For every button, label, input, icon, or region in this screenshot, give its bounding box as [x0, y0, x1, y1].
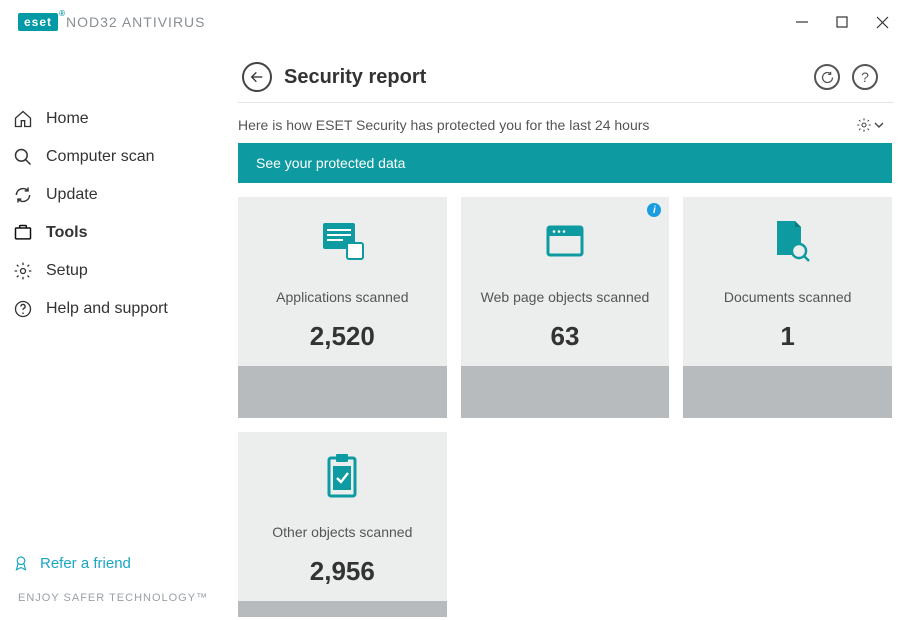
close-icon	[876, 16, 889, 29]
card-other-objects-scanned[interactable]: Other objects scanned 2,956	[238, 432, 447, 617]
applications-icon	[317, 219, 367, 263]
card-label: Documents scanned	[724, 279, 852, 315]
sidebar-item-help[interactable]: Help and support	[0, 290, 238, 328]
main: Security report ? Here is how ESET Secur…	[238, 44, 900, 620]
gear-icon	[12, 260, 34, 282]
minimize-icon	[795, 15, 809, 29]
body: Home Computer scan Update	[0, 44, 900, 620]
sidebar-item-label: Help and support	[46, 300, 168, 318]
clipboard-check-icon	[317, 454, 367, 498]
sidebar-item-tools[interactable]: Tools	[0, 214, 238, 252]
maximize-icon	[836, 16, 848, 28]
update-icon	[12, 184, 34, 206]
main-header: Security report ?	[238, 44, 894, 103]
brand-badge-text: eset	[24, 15, 52, 29]
sidebar-item-setup[interactable]: Setup	[0, 252, 238, 290]
app-window: eset ® NOD32 ANTIVIRUS	[0, 0, 900, 620]
window-controls	[792, 12, 892, 32]
sidebar-item-label: Computer scan	[46, 148, 155, 166]
content-scroll[interactable]: See your protected data Applications sca…	[238, 143, 894, 620]
card-body: Other objects scanned 2,956	[238, 432, 447, 601]
stat-cards-row-1: Applications scanned 2,520 i Web page ob…	[238, 183, 892, 418]
tagline: ENJOY SAFER TECHNOLOGY™	[0, 592, 238, 620]
sidebar-item-home[interactable]: Home	[0, 100, 238, 138]
card-value: 63	[551, 321, 580, 352]
help-icon	[12, 298, 34, 320]
card-body: Web page objects scanned 63	[461, 197, 670, 366]
refer-friend-label: Refer a friend	[40, 555, 131, 572]
sidebar-item-label: Tools	[46, 224, 87, 242]
refer-section: Refer a friend	[0, 548, 238, 592]
minimize-button[interactable]	[792, 12, 812, 32]
brand-badge: eset ®	[18, 13, 58, 31]
home-icon	[12, 108, 34, 130]
card-label: Applications scanned	[276, 279, 408, 315]
card-footer	[683, 366, 892, 418]
subheader-text: Here is how ESET Security has protected …	[238, 117, 649, 133]
sidebar-item-computer-scan[interactable]: Computer scan	[0, 138, 238, 176]
back-button[interactable]	[242, 62, 272, 92]
question-icon: ?	[861, 69, 869, 85]
brand: eset ® NOD32 ANTIVIRUS	[18, 13, 206, 31]
sidebar-item-label: Setup	[46, 262, 88, 280]
maximize-button[interactable]	[832, 12, 852, 32]
card-value: 2,956	[310, 556, 375, 587]
protected-data-banner[interactable]: See your protected data	[238, 143, 892, 183]
help-button[interactable]: ?	[852, 64, 878, 90]
refer-friend-link[interactable]: Refer a friend	[12, 548, 226, 578]
card-applications-scanned[interactable]: Applications scanned 2,520	[238, 197, 447, 418]
browser-icon	[540, 219, 590, 263]
registered-mark: ®	[59, 9, 66, 18]
header-actions: ?	[814, 64, 878, 90]
search-icon	[12, 146, 34, 168]
stat-cards-row-2: Other objects scanned 2,956	[238, 418, 892, 617]
product-name: NOD32 ANTIVIRUS	[66, 14, 205, 30]
award-icon	[12, 554, 30, 572]
card-value: 1	[780, 321, 794, 352]
refresh-icon	[820, 70, 835, 85]
card-label: Web page objects scanned	[481, 279, 650, 315]
sidebar-item-label: Home	[46, 110, 89, 128]
card-footer	[238, 366, 447, 418]
card-footer	[461, 366, 670, 418]
document-search-icon	[763, 219, 813, 263]
refresh-button[interactable]	[814, 64, 840, 90]
sidebar: Home Computer scan Update	[0, 44, 238, 620]
sidebar-item-update[interactable]: Update	[0, 176, 238, 214]
card-web-objects-scanned[interactable]: i Web page objects scanned 63	[461, 197, 670, 418]
chevron-down-icon	[874, 120, 884, 130]
arrow-left-icon	[249, 69, 265, 85]
nav: Home Computer scan Update	[0, 100, 238, 328]
banner-text: See your protected data	[256, 155, 405, 171]
sidebar-item-label: Update	[46, 186, 98, 204]
card-documents-scanned[interactable]: Documents scanned 1	[683, 197, 892, 418]
subheader: Here is how ESET Security has protected …	[238, 103, 894, 143]
card-value: 2,520	[310, 321, 375, 352]
close-button[interactable]	[872, 12, 892, 32]
page-title: Security report	[284, 66, 426, 89]
card-body: Applications scanned 2,520	[238, 197, 447, 366]
gear-icon	[856, 117, 872, 133]
card-footer	[238, 601, 447, 617]
titlebar: eset ® NOD32 ANTIVIRUS	[0, 0, 900, 44]
card-label: Other objects scanned	[272, 514, 412, 550]
card-body: Documents scanned 1	[683, 197, 892, 366]
settings-dropdown[interactable]	[856, 117, 884, 133]
tools-icon	[12, 222, 34, 244]
